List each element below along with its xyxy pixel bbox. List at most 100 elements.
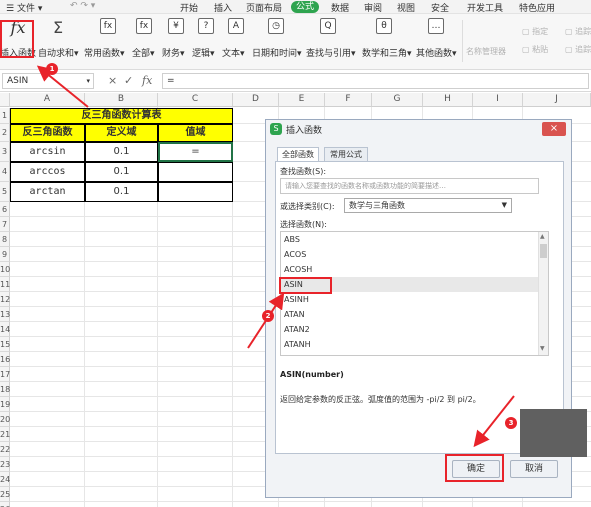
row-header[interactable]: 24 <box>0 472 10 487</box>
scroll-up-icon[interactable]: ▲ <box>540 233 545 240</box>
function-search-input[interactable]: 请输入您要查找的函数名称或函数功能的简要描述… <box>280 178 539 194</box>
file-menu[interactable]: ☰ 文件 ▾ <box>6 1 42 14</box>
row-header[interactable]: 4 <box>0 162 10 182</box>
column-header-j[interactable]: J <box>523 93 591 107</box>
active-cell-c3[interactable]: = <box>158 142 233 162</box>
function-item-asinh[interactable]: ASINH <box>281 292 538 307</box>
row-header[interactable]: 22 <box>0 442 10 457</box>
table-cell-a5[interactable]: arctan <box>10 182 85 202</box>
table-cell-a4[interactable]: arccos <box>10 162 85 182</box>
row-header[interactable]: 16 <box>0 352 10 367</box>
dialog-title-bar[interactable]: S 插入函数 × <box>266 120 571 138</box>
function-item-abs[interactable]: ABS <box>281 232 538 247</box>
table-cell-b5[interactable]: 0.1 <box>85 182 158 202</box>
menu-data[interactable]: 数据 <box>331 1 349 14</box>
row-header[interactable]: 9 <box>0 247 10 262</box>
row-header[interactable]: 13 <box>0 307 10 322</box>
menu-security[interactable]: 安全 <box>431 1 449 14</box>
row-header[interactable]: 3 <box>0 142 10 162</box>
table-cell-a3[interactable]: arcsin <box>10 142 85 162</box>
date-time-button[interactable]: ◷ 日期和时间▾ <box>252 18 302 59</box>
function-item-atan2[interactable]: ATAN2 <box>281 322 538 337</box>
row-header[interactable]: 12 <box>0 292 10 307</box>
trace-precedents-button[interactable]: ▢ 追踪 <box>565 26 591 37</box>
row-header[interactable]: 15 <box>0 337 10 352</box>
other-functions-button[interactable]: … 其他函数▾ <box>416 18 457 59</box>
category-select[interactable]: 数学与三角函数 ▼ <box>344 198 512 213</box>
financial-button[interactable]: ¥ 财务▾ <box>162 18 188 59</box>
confirm-icon[interactable]: ✓ <box>124 74 133 87</box>
close-icon[interactable]: × <box>542 122 566 136</box>
column-header-i[interactable]: I <box>473 93 523 107</box>
row-header[interactable]: 10 <box>0 262 10 277</box>
column-header-f[interactable]: F <box>325 93 372 107</box>
row-header[interactable]: 20 <box>0 412 10 427</box>
row-header[interactable]: 18 <box>0 382 10 397</box>
lookup-button[interactable]: Q 查找与引用▾ <box>306 18 356 59</box>
row-header[interactable]: 8 <box>0 232 10 247</box>
trace-dependents-button[interactable]: ▢ 追踪 <box>565 44 591 55</box>
row-header[interactable]: 6 <box>0 202 10 217</box>
common-functions-button[interactable]: fx 常用函数▾ <box>84 18 128 59</box>
autosum-button[interactable]: Σ 自动求和▾ <box>38 18 79 59</box>
tab-common-formulas[interactable]: 常用公式 <box>324 147 368 162</box>
menu-developer[interactable]: 开发工具 <box>467 1 503 14</box>
header-cell-range[interactable]: 值域 <box>158 124 233 142</box>
undo-icon[interactable]: ↶ ↷ ▾ <box>70 1 95 11</box>
row-header[interactable]: 17 <box>0 367 10 382</box>
row-header[interactable]: 25 <box>0 487 10 502</box>
menu-insert[interactable]: 插入 <box>214 1 232 14</box>
header-cell-domain[interactable]: 定义域 <box>85 124 158 142</box>
row-header[interactable]: 23 <box>0 457 10 472</box>
specify-button[interactable]: ▢ 指定 <box>522 26 548 37</box>
table-cell-c5[interactable] <box>158 182 233 202</box>
menu-view[interactable]: 视图 <box>397 1 415 14</box>
column-header-e[interactable]: E <box>279 93 325 107</box>
function-list-scrollbar[interactable]: ▲ ▼ <box>538 232 548 355</box>
row-header[interactable]: 7 <box>0 217 10 232</box>
name-box[interactable]: ASIN ▾ <box>2 73 94 89</box>
formula-input[interactable]: = <box>162 73 589 89</box>
table-cell-b3[interactable]: 0.1 <box>85 142 158 162</box>
column-header-d[interactable]: D <box>233 93 279 107</box>
row-header[interactable]: 2 <box>0 124 10 142</box>
row-header[interactable]: 1 <box>0 108 10 124</box>
column-header-a[interactable]: A <box>10 93 85 107</box>
text-button[interactable]: A 文本▾ <box>222 18 248 59</box>
row-header[interactable]: 14 <box>0 322 10 337</box>
row-header[interactable]: 5 <box>0 182 10 202</box>
math-trig-button[interactable]: θ 数学和三角▾ <box>362 18 412 59</box>
row-header[interactable]: 26 <box>0 502 10 507</box>
table-title-cell[interactable]: 反三角函数计算表 <box>10 108 233 124</box>
select-all-corner[interactable] <box>0 93 10 107</box>
row-header[interactable]: 19 <box>0 397 10 412</box>
function-item-atanh[interactable]: ATANH <box>281 337 538 352</box>
name-manager-button[interactable]: 名称管理器 <box>466 46 506 57</box>
cancel-icon[interactable]: × <box>108 74 117 87</box>
tab-all-functions[interactable]: 全部函数 <box>277 147 319 162</box>
menu-formula[interactable]: 公式 <box>291 1 320 13</box>
table-cell-b4[interactable]: 0.1 <box>85 162 158 182</box>
all-functions-button[interactable]: fx 全部▾ <box>132 18 156 59</box>
column-header-h[interactable]: H <box>423 93 473 107</box>
function-item-acosh[interactable]: ACOSH <box>281 262 538 277</box>
column-header-c[interactable]: C <box>158 93 233 107</box>
column-header-b[interactable]: B <box>85 93 158 107</box>
menu-review[interactable]: 审阅 <box>364 1 382 14</box>
scroll-down-icon[interactable]: ▼ <box>540 345 545 352</box>
paste-button[interactable]: ▢ 粘贴 <box>522 44 548 55</box>
column-header-g[interactable]: G <box>372 93 423 107</box>
header-cell-function[interactable]: 反三角函数 <box>10 124 85 142</box>
menu-special[interactable]: 特色应用 <box>519 1 555 14</box>
logical-button[interactable]: ? 逻辑▾ <box>192 18 218 59</box>
cancel-button[interactable]: 取消 <box>510 460 558 478</box>
fx-icon[interactable]: fx <box>142 74 152 87</box>
row-header[interactable]: 21 <box>0 427 10 442</box>
table-cell-c4[interactable] <box>158 162 233 182</box>
function-item-atan[interactable]: ATAN <box>281 307 538 322</box>
scrollbar-thumb[interactable] <box>540 244 547 258</box>
function-item-acos[interactable]: ACOS <box>281 247 538 262</box>
menu-page-layout[interactable]: 页面布局 <box>246 1 282 14</box>
menu-home[interactable]: 开始 <box>180 1 198 14</box>
row-header[interactable]: 11 <box>0 277 10 292</box>
